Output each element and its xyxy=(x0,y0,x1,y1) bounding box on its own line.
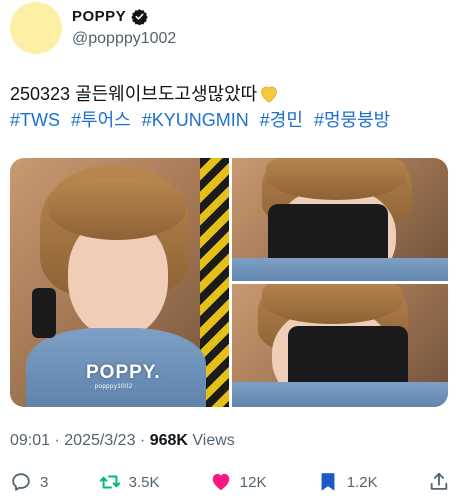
bookmark-count: 1.2K xyxy=(346,473,378,491)
verified-badge-icon xyxy=(131,9,148,25)
reply-count: 3 xyxy=(40,473,49,491)
hashtag-link[interactable]: #멍뭉붕방 xyxy=(314,110,390,130)
tweet-body: 250323 골든웨이브도고생많았따 xyxy=(10,84,258,104)
meta-separator: · xyxy=(54,432,60,449)
views-count[interactable]: 968K xyxy=(150,432,188,449)
media-grid: POPPY. · popppy1002 · xyxy=(10,158,448,407)
user-handle[interactable]: @popppy1002 xyxy=(72,30,176,48)
hashtag-link[interactable]: #TWS xyxy=(10,110,60,130)
meta-separator: · xyxy=(139,432,146,449)
yellow-heart-icon xyxy=(261,86,278,103)
photo-watermark: POPPY. xyxy=(86,362,161,383)
share-button[interactable] xyxy=(428,471,450,493)
photo-bottom-right[interactable] xyxy=(232,284,448,407)
display-name[interactable]: POPPY xyxy=(72,8,126,25)
avatar[interactable] xyxy=(10,2,62,54)
reply-icon xyxy=(12,473,30,491)
photo-top-right[interactable] xyxy=(232,158,448,281)
bookmark-button[interactable]: 1.2K xyxy=(317,471,378,493)
hashtag-link[interactable]: #KYUNGMIN xyxy=(142,110,249,130)
heart-icon xyxy=(212,473,230,491)
action-bar: 3 3.5K 12K 1.2K xyxy=(10,471,450,493)
like-count: 12K xyxy=(239,473,267,491)
tweet-meta: 09:01 · 2025/3/23 · 968K Views xyxy=(10,432,235,450)
hashtag-link[interactable]: #경민 xyxy=(260,110,303,130)
tweet-date[interactable]: 2025/3/23 xyxy=(64,432,135,449)
like-button[interactable]: 12K xyxy=(210,471,267,493)
name-row: POPPY xyxy=(72,8,148,25)
jacket-shape xyxy=(232,382,448,407)
media-right-column xyxy=(232,158,448,407)
share-icon xyxy=(430,472,448,490)
hanging-mask xyxy=(32,288,56,338)
bookmark-icon xyxy=(321,473,335,491)
hashtag-list: #TWS #투어스 #KYUNGMIN #경민 #멍뭉붕방 xyxy=(10,108,450,132)
jacket-shape xyxy=(232,258,448,281)
retweet-icon xyxy=(99,475,120,489)
fringe-shape xyxy=(48,178,186,240)
hashtag-link[interactable]: #투어스 xyxy=(71,110,131,130)
tweet-time[interactable]: 09:01 xyxy=(10,432,50,449)
tweet-text: 250323 골든웨이브도고생많았따 #TWS #투어스 #KYUNGMIN #… xyxy=(10,82,450,132)
tweet-header: POPPY @popppy1002 xyxy=(10,2,450,54)
retweet-count: 3.5K xyxy=(128,473,160,491)
retweet-button[interactable]: 3.5K xyxy=(99,471,160,493)
reply-button[interactable]: 3 xyxy=(10,471,48,493)
views-label: Views xyxy=(192,432,235,449)
photo-watermark-sub: · popppy1002 · xyxy=(90,384,138,390)
photo-left[interactable]: POPPY. · popppy1002 · xyxy=(10,158,229,407)
